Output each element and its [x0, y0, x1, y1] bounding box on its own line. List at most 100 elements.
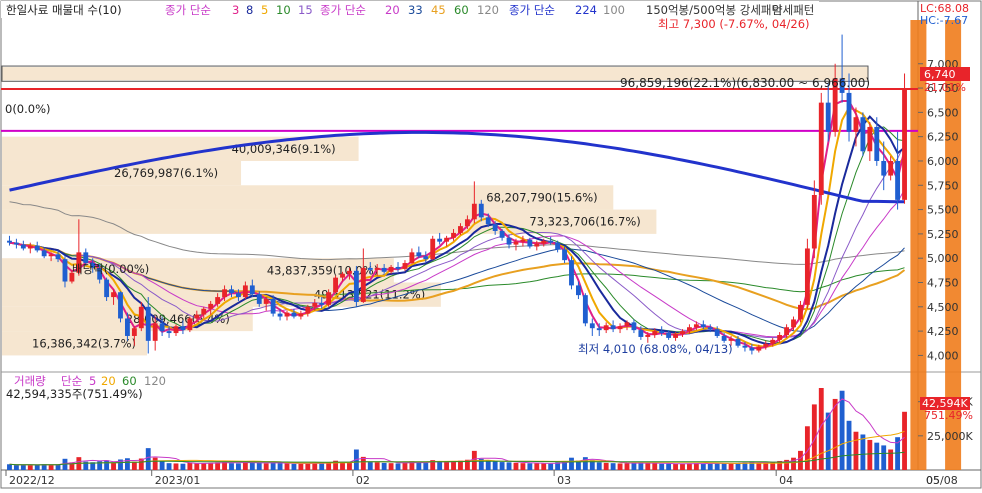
candle-body	[409, 252, 415, 264]
volume-bar	[201, 463, 207, 470]
candle-body	[624, 322, 630, 327]
candle-body	[13, 242, 19, 245]
volume-legend-5: 5	[89, 374, 96, 388]
volume-bar	[416, 462, 422, 470]
candle-body	[492, 224, 498, 231]
candle-body	[645, 335, 651, 337]
volume-bar	[839, 390, 845, 470]
volume-bar	[527, 463, 533, 470]
legend-symbol[interactable]: 한일사료 매물대 수(10)	[6, 3, 122, 17]
candle-body	[430, 238, 436, 260]
volume-bar	[673, 463, 678, 470]
candle-body	[534, 243, 540, 247]
candle-body	[277, 313, 283, 317]
candle-body	[284, 312, 290, 317]
legend-ma2-20: 20	[385, 3, 400, 17]
candle-body	[881, 160, 887, 176]
volume-bar	[867, 439, 873, 470]
candle-body	[326, 292, 332, 305]
date-tick-label: 03	[557, 474, 571, 487]
candle-body	[811, 195, 817, 249]
volume-bar	[853, 431, 859, 470]
volume-bar	[159, 460, 165, 470]
price-tick-label: 6,500	[927, 106, 959, 119]
price-tick-label: 4,500	[927, 301, 959, 314]
date-tick-label: 04	[779, 474, 793, 487]
candle-body	[798, 304, 803, 320]
candle-body	[416, 252, 422, 257]
volume-bar	[388, 463, 394, 470]
volume-bar	[541, 463, 547, 470]
volume-bar	[277, 463, 283, 470]
volume-bar	[569, 457, 574, 470]
volume-bar	[194, 463, 200, 470]
volume-bar	[860, 434, 866, 470]
candle-body	[818, 102, 824, 195]
candle-body	[20, 244, 26, 249]
volume-bar	[735, 462, 741, 470]
volume-bar	[763, 462, 769, 470]
volume-bar	[319, 463, 325, 470]
candle-body	[687, 327, 692, 332]
volume-bar	[291, 463, 297, 470]
volume-bar	[666, 463, 672, 470]
candle-body	[638, 330, 644, 337]
volume-profile-label: 73,323,706(16.7%)	[529, 215, 640, 229]
volume-bar	[652, 463, 658, 470]
candle-body	[742, 345, 748, 348]
volume-bar	[27, 465, 33, 470]
volume-bar	[180, 463, 186, 470]
candle-body	[825, 102, 831, 132]
volume-profile-label: 16,386,342(3.7%)	[32, 336, 136, 350]
candle-body	[437, 238, 443, 242]
candle-body	[159, 323, 165, 332]
chart-root: 16,386,342(3.7%) 28,009,466(6.4%) 49,513,5…	[0, 0, 982, 489]
candle-body	[527, 239, 533, 247]
candle-body	[499, 230, 505, 238]
price-tick-label: 5,750	[927, 179, 959, 192]
volume-bar	[714, 463, 720, 470]
legend-ma2-120: 120	[477, 3, 499, 17]
volume-bar	[798, 450, 803, 470]
volume-bar	[832, 398, 838, 470]
volume-bar	[506, 462, 512, 470]
last-volume-pct-badge: 751.49%	[924, 409, 973, 422]
legend-ma2-45: 45	[431, 3, 446, 17]
volume-bar	[270, 462, 276, 470]
legend-ma-8: 8	[246, 3, 253, 17]
volume-bar	[7, 464, 12, 470]
candle-body	[131, 328, 137, 336]
candle-body	[194, 314, 200, 319]
volume-bar	[402, 462, 408, 470]
volume-bar	[596, 462, 602, 470]
volume-bar	[888, 449, 894, 470]
candle-body	[471, 203, 477, 220]
candle-body	[756, 346, 762, 351]
candle-body	[867, 126, 873, 152]
volume-current-label: 42,594,335주(751.49%)	[6, 387, 143, 401]
price-tick-label: 4,250	[927, 325, 959, 338]
candle-body	[187, 318, 193, 331]
candle-body	[305, 306, 311, 314]
legend-ma-5: 5	[261, 3, 268, 17]
candle-body	[902, 89, 907, 200]
volume-bar	[874, 442, 880, 470]
candle-body	[680, 331, 685, 335]
volume-bar	[513, 462, 519, 470]
candle-body	[208, 303, 214, 309]
candle-body	[166, 331, 172, 334]
volume-bar	[534, 463, 540, 470]
volume-bar	[638, 462, 644, 470]
candle-body	[7, 240, 12, 243]
candle-body	[360, 267, 366, 302]
volume-bar	[444, 462, 450, 470]
volume-profile-label: 68,207,790(15.6%)	[486, 190, 597, 204]
volume-bar	[263, 463, 269, 470]
candle-body	[402, 263, 408, 269]
candle-body	[846, 92, 852, 132]
volume-legend-120: 120	[144, 374, 166, 388]
candle-body	[118, 292, 123, 319]
candle-body	[603, 325, 609, 331]
high-annotation: 최고 7,300 (-7.67%, 04/26)	[658, 17, 810, 31]
candle-body	[451, 232, 456, 238]
